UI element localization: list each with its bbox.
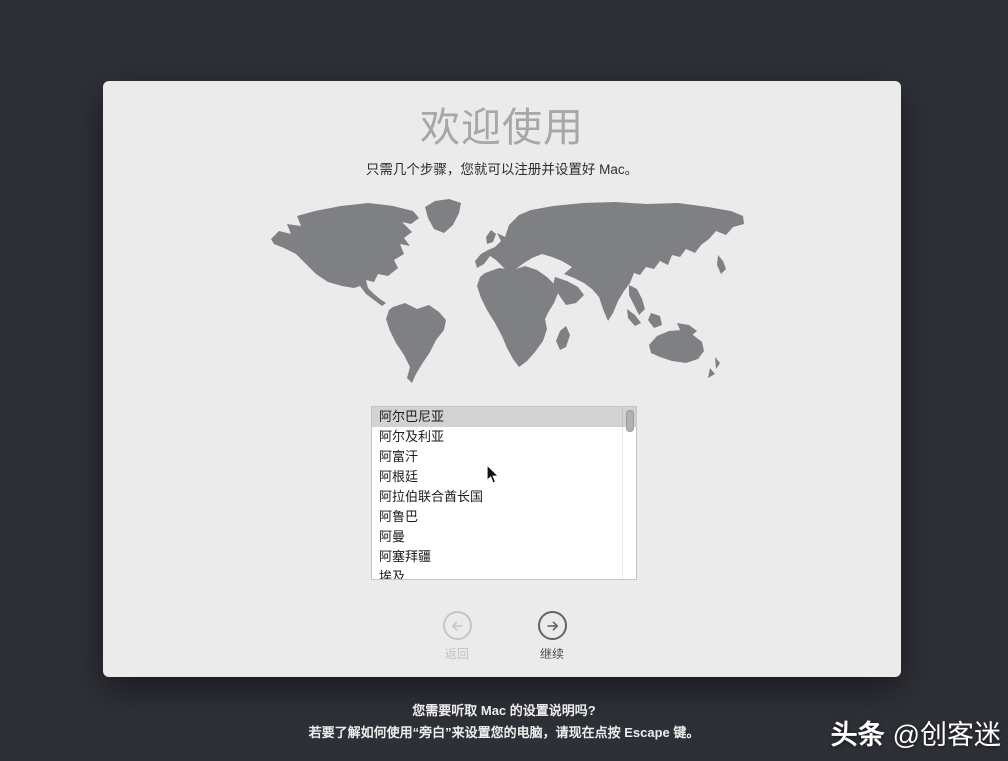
watermark-brand: 头条: [831, 720, 885, 750]
watermark-handle: @创客迷: [893, 720, 1001, 750]
arrow-left-circle-icon: [443, 611, 472, 640]
country-list[interactable]: 阿尔巴尼亚阿尔及利亚阿富汗阿根廷阿拉伯联合酋长国阿鲁巴阿曼阿塞拜疆埃及: [371, 406, 637, 580]
page-subtitle: 只需几个步骤，您就可以注册并设置好 Mac。: [103, 158, 901, 178]
page-title: 欢迎使用: [103, 95, 901, 153]
arrow-right-circle-icon: [538, 611, 567, 640]
list-item[interactable]: 埃及: [372, 567, 636, 580]
continue-button-label: 继续: [517, 645, 587, 662]
world-map-svg: [263, 197, 745, 385]
back-button[interactable]: 返回: [422, 611, 492, 662]
list-item[interactable]: 阿拉伯联合酋长国: [372, 487, 636, 507]
list-item[interactable]: 阿曼: [372, 527, 636, 547]
world-map-icon: [263, 197, 745, 385]
scrollbar[interactable]: [622, 407, 636, 579]
scrollbar-thumb[interactable]: [626, 410, 634, 432]
list-item[interactable]: 阿鲁巴: [372, 507, 636, 527]
list-item[interactable]: 阿富汗: [372, 447, 636, 467]
back-button-label: 返回: [422, 645, 492, 662]
continue-button[interactable]: 继续: [517, 611, 587, 662]
country-list-rows: 阿尔巴尼亚阿尔及利亚阿富汗阿根廷阿拉伯联合酋长国阿鲁巴阿曼阿塞拜疆埃及: [372, 407, 636, 579]
list-item[interactable]: 阿塞拜疆: [372, 547, 636, 567]
list-item[interactable]: 阿尔巴尼亚: [372, 407, 636, 427]
watermark: 头条 @创客迷: [831, 713, 1001, 752]
list-item[interactable]: 阿根廷: [372, 467, 636, 487]
welcome-panel: 欢迎使用 只需几个步骤，您就可以注册并设置好 Mac。: [103, 81, 901, 677]
list-item[interactable]: 阿尔及利亚: [372, 427, 636, 447]
